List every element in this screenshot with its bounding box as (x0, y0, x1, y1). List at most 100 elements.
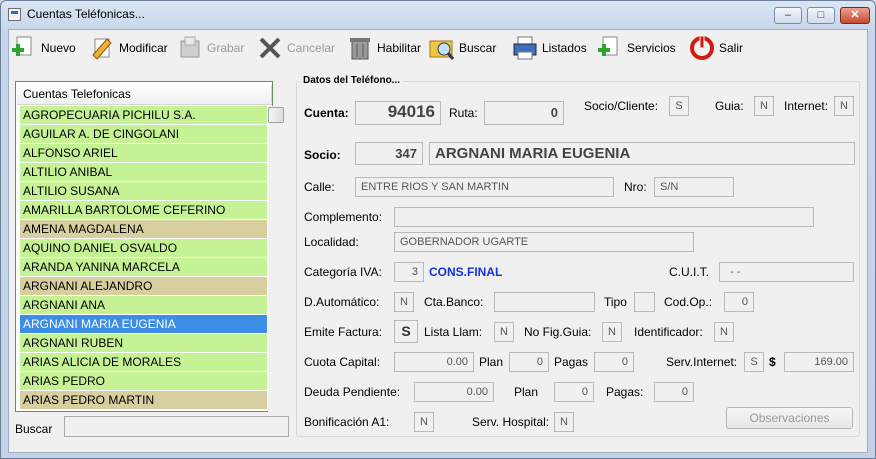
maximize-button[interactable]: □ (807, 7, 835, 24)
categoria-iva-desc: CONS.FINAL (429, 265, 503, 279)
cuit-label: C.U.I.T. (669, 265, 710, 279)
list-item[interactable]: ARIAS ALICIA DE MORALES (20, 353, 267, 372)
modificar-label: Modificar (119, 41, 168, 55)
listados-label: Listados (542, 41, 587, 55)
serv-internet-label: Serv.Internet: (666, 355, 738, 369)
power-icon (689, 35, 715, 61)
app-icon (8, 8, 21, 21)
minimize-button[interactable]: – (774, 7, 802, 24)
cuit-field[interactable]: - - (719, 262, 854, 282)
list-item[interactable]: ARIAS PEDRO (20, 372, 267, 391)
list-item[interactable]: ARIAS PEDRO MARTIN (20, 391, 267, 410)
complemento-label: Complemento: (304, 210, 383, 224)
cancelar-label: Cancelar (287, 41, 336, 55)
cancelar-button[interactable]: Cancelar (257, 34, 335, 62)
search-folder-icon (429, 35, 455, 61)
cancel-x-icon (257, 35, 283, 61)
categoria-iva-field[interactable]: 3 (394, 262, 424, 282)
tipo-label: Tipo (604, 295, 627, 309)
list-item[interactable]: AQUINO DANIEL OSVALDO (20, 239, 267, 258)
list-item[interactable]: ALFONSO ARIEL (20, 144, 267, 163)
serv-internet-amount-field[interactable]: 169.00 (784, 352, 854, 372)
title-bar: Cuentas Teléfonicas... – □ ✕ (1, 1, 875, 29)
no-fig-guia-field[interactable]: N (602, 322, 622, 342)
internet-field[interactable]: N (834, 96, 854, 116)
nro-field[interactable]: S/N (654, 177, 734, 197)
list-item[interactable]: ALTILIO ANIBAL (20, 163, 267, 182)
bonificacion-label: Bonificación A1: (304, 415, 390, 429)
cuota-capital-field[interactable]: 0.00 (394, 352, 474, 372)
list-item[interactable]: ARANDA YANINA MARCELA (20, 258, 267, 277)
nuevo-button[interactable]: Nuevo (11, 34, 76, 62)
dautomatico-field[interactable]: N (394, 292, 414, 312)
list-item[interactable]: ARGNANI ANA (20, 296, 267, 315)
pagas1-field[interactable]: 0 (594, 352, 634, 372)
search-label: Buscar (15, 422, 53, 436)
grabar-button[interactable]: Grabar (177, 34, 244, 62)
buscar-label: Buscar (459, 41, 497, 55)
list-item[interactable]: AMENA MAGDALENA (20, 220, 267, 239)
listados-button[interactable]: Listados (512, 34, 587, 62)
window-title: Cuentas Teléfonicas... (27, 7, 145, 21)
categoria-iva-label: Categoría IVA: (304, 265, 382, 279)
list-item[interactable]: ARGNANI RUBEN (20, 334, 267, 353)
pagas2-label: Pagas: (606, 385, 644, 399)
codop-field[interactable]: 0 (724, 292, 754, 312)
socio-label: Socio: (304, 148, 341, 162)
list-item[interactable]: ARGNANI MARIA EUGENIA (20, 315, 267, 334)
socio-cliente-label: Socio/Cliente: (584, 99, 659, 113)
emite-factura-label: Emite Factura: (304, 325, 383, 339)
salir-button[interactable]: Salir (689, 34, 743, 62)
guia-field[interactable]: N (754, 96, 774, 116)
list-item[interactable]: ALTILIO SUSANA (20, 182, 267, 201)
lista-llam-field[interactable]: N (494, 322, 514, 342)
accounts-list[interactable]: Cuentas Telefonicas AGROPECUARIA PICHILU… (15, 81, 273, 412)
list-item[interactable]: ARGNANI ALEJANDRO (20, 277, 267, 296)
list-scrollbar[interactable] (268, 106, 273, 412)
emite-factura-field[interactable]: S (394, 320, 418, 343)
list-item[interactable]: AMARILLA BARTOLOME CEFERINO (20, 201, 267, 220)
list-item[interactable]: AGROPECUARIA PICHILU S.A. (20, 106, 267, 125)
serv-hospital-field[interactable]: N (554, 412, 574, 432)
toolbar: Nuevo Modificar Grabar Cancelar Habilita… (9, 30, 867, 66)
grabar-label: Grabar (207, 41, 245, 55)
ruta-field[interactable]: 0 (484, 101, 564, 125)
list-item[interactable]: AGUILAR A. DE CINGOLANI (20, 125, 267, 144)
serv-internet-field[interactable]: S (744, 352, 764, 372)
lista-llam-label: Lista Llam: (424, 325, 483, 339)
socio-cliente-field[interactable]: S (669, 96, 689, 116)
complemento-field[interactable] (394, 207, 814, 227)
servicios-label: Servicios (627, 41, 676, 55)
bonificacion-field[interactable]: N (414, 412, 434, 432)
client-area: Nuevo Modificar Grabar Cancelar Habilita… (8, 29, 868, 453)
socio-name-field[interactable]: ARGNANI MARIA EUGENIA (429, 142, 855, 165)
no-fig-guia-label: No Fig.Guia: (524, 325, 592, 339)
close-button[interactable]: ✕ (840, 7, 870, 24)
deuda-pendiente-field[interactable]: 0.00 (414, 382, 494, 402)
plan1-field[interactable]: 0 (509, 352, 549, 372)
trash-icon (347, 35, 373, 61)
habilitar-button[interactable]: Habilitar (347, 34, 421, 62)
ctabanco-field[interactable] (494, 292, 595, 312)
codop-label: Cod.Op.: (664, 295, 713, 309)
buscar-button[interactable]: Buscar (429, 34, 496, 62)
cuenta-field[interactable]: 94016 (355, 101, 441, 125)
identificador-field[interactable]: N (714, 322, 734, 342)
calle-field[interactable]: ENTRE RIOS Y SAN MARTIN (355, 177, 614, 197)
plan2-label: Plan (514, 385, 539, 399)
socio-number-field[interactable]: 347 (355, 142, 423, 165)
salir-label: Salir (719, 41, 744, 55)
pagas2-field[interactable]: 0 (654, 382, 694, 402)
servicios-button[interactable]: Servicios (597, 34, 676, 62)
modificar-button[interactable]: Modificar (89, 34, 168, 62)
tipo-field[interactable] (634, 292, 655, 312)
deuda-pendiente-label: Deuda Pendiente: (304, 385, 401, 399)
plan2-field[interactable]: 0 (554, 382, 594, 402)
search-input[interactable] (64, 416, 289, 437)
habilitar-label: Habilitar (377, 41, 422, 55)
list-header[interactable]: Cuentas Telefonicas (17, 83, 272, 105)
observaciones-button[interactable]: Observaciones (726, 407, 853, 429)
localidad-field[interactable]: GOBERNADOR UGARTE (394, 232, 694, 252)
ctabanco-label: Cta.Banco: (424, 295, 484, 309)
scroll-thumb[interactable] (268, 107, 284, 123)
